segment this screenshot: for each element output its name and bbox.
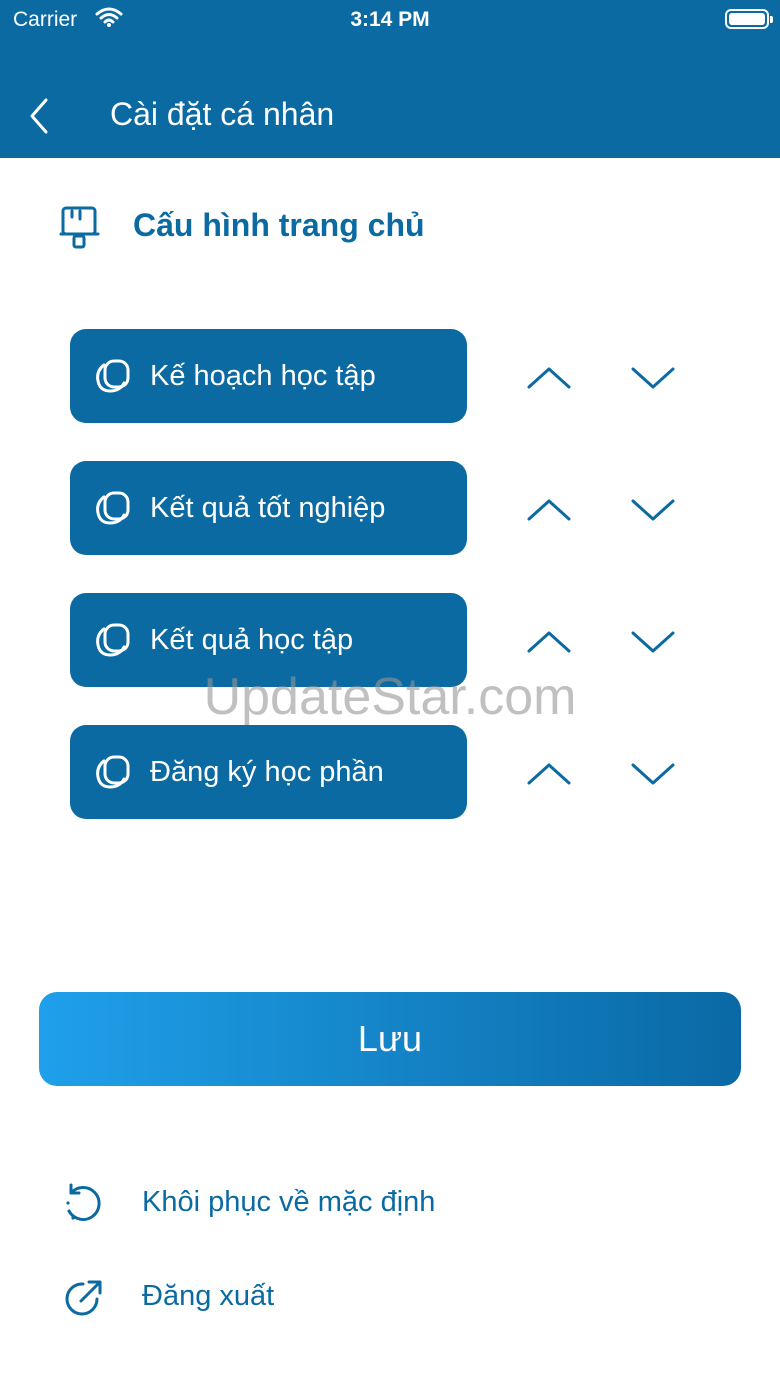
config-item: Đăng ký học phần [0, 725, 780, 819]
shapes-icon [96, 491, 130, 525]
battery-icon [725, 9, 773, 29]
restore-default-button[interactable]: Khôi phục về mặc định [0, 1173, 780, 1233]
section-title: Cấu hình trang chủ [133, 207, 425, 243]
watermark: UpdateStar.com [203, 668, 577, 726]
config-item-pill[interactable]: Kế hoạch học tập [70, 329, 467, 423]
move-down-icon[interactable] [628, 491, 678, 525]
move-up-icon[interactable] [524, 755, 574, 789]
shapes-icon [96, 755, 130, 789]
app-header: Carrier 3:14 PM Cài đặt cá nhân [0, 0, 780, 158]
config-item-label: Đăng ký học phần [150, 755, 384, 788]
move-down-icon[interactable] [628, 623, 678, 657]
move-up-icon[interactable] [524, 491, 574, 525]
config-item: Kết quả tốt nghiệp [0, 461, 780, 555]
logout-icon [65, 1280, 102, 1316]
restore-default-label: Khôi phục về mặc định [142, 1186, 436, 1218]
logout-button[interactable]: Đăng xuất [0, 1267, 780, 1327]
status-bar: Carrier 3:14 PM [0, 0, 780, 40]
config-item-pill[interactable]: Đăng ký học phần [70, 725, 467, 819]
move-up-icon[interactable] [524, 623, 574, 657]
config-item-label: Kết quả tốt nghiệp [150, 491, 386, 524]
save-button[interactable]: Lưu [39, 992, 741, 1086]
move-up-icon[interactable] [524, 359, 574, 393]
config-item-pill[interactable]: Kết quả tốt nghiệp [70, 461, 467, 555]
config-item-label: Kết quả học tập [150, 623, 354, 656]
shapes-icon [96, 623, 130, 657]
shapes-icon [96, 359, 130, 393]
logout-label: Đăng xuất [142, 1280, 275, 1312]
config-item: Kế hoạch học tập [0, 329, 780, 423]
monitor-stand-icon [59, 206, 100, 249]
restore-icon [66, 1183, 101, 1221]
status-time: 3:14 PM [350, 8, 430, 31]
config-item-label: Kế hoạch học tập [150, 359, 376, 392]
move-down-icon[interactable] [628, 755, 678, 789]
chevron-left-icon [30, 98, 48, 134]
move-down-icon[interactable] [628, 359, 678, 393]
back-button[interactable] [22, 94, 58, 138]
page-title: Cài đặt cá nhân [110, 96, 335, 132]
